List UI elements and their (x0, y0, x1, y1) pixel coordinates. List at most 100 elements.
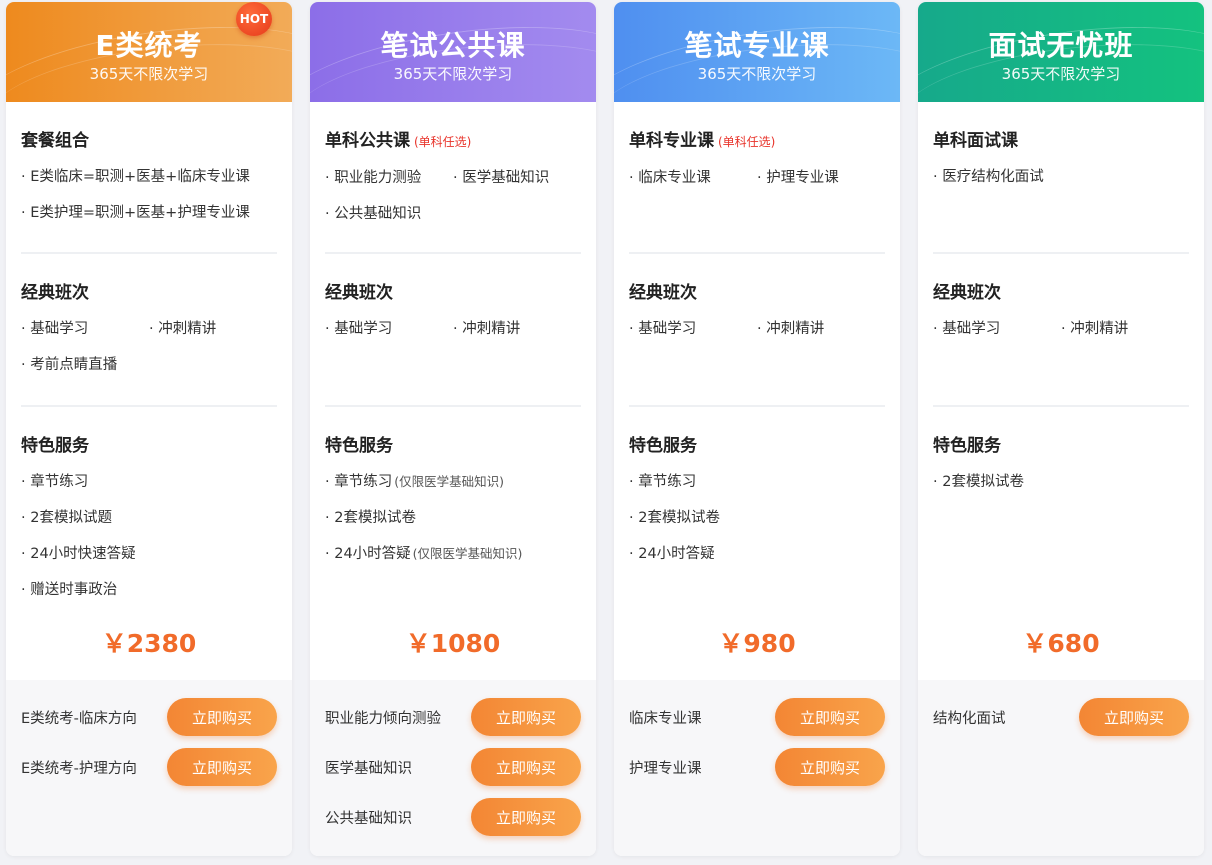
class-section: 经典班次 · 基础学习 · 冲刺精讲 (325, 254, 581, 407)
buy-row: 临床专业课 立即购买 (629, 698, 885, 736)
card-header: 笔试专业课 365天不限次学习 (614, 2, 900, 102)
list-item: · 24小时答疑 (仅限医学基础知识) (325, 546, 523, 562)
section-title: 经典班次 (325, 283, 393, 303)
buy-now-button[interactable]: 立即购买 (471, 798, 581, 836)
subject-section: 单科公共课 (单科任选) · 职业能力测验 · 医学基础知识 · 公共基础知识 (325, 102, 581, 254)
price: ￥680 (1022, 629, 1100, 658)
buy-area: E类统考-临床方向 立即购买 E类统考-护理方向 立即购买 (6, 680, 292, 856)
service-section: 特色服务 · 章节练习 (仅限医学基础知识) · 2套模拟试卷 · 24小时答疑(… (325, 407, 581, 577)
list-item: · 冲刺精讲 (453, 321, 521, 337)
buy-label: 职业能力倾向测验 (325, 710, 441, 727)
list-item: · 公共基础知识 (325, 206, 422, 222)
card-subtitle: 365天不限次学习 (697, 65, 817, 83)
list-item: · 基础学习 (21, 321, 89, 337)
course-card-written-public: 笔试公共课 365天不限次学习 单科公共课 (单科任选) · 职业能力测验 · 医… (310, 2, 596, 856)
list-item: · 临床专业课 (629, 170, 711, 186)
list-item: · 章节练习 (629, 474, 697, 490)
card-header: 笔试公共课 365天不限次学习 (310, 2, 596, 102)
buy-row: E类统考-护理方向 立即购买 (21, 748, 277, 786)
class-items: · 基础学习 · 冲刺精讲 (325, 318, 581, 354)
section-title: 单科公共课 (单科任选) (325, 131, 472, 151)
service-items: · 2套模拟试卷 (933, 471, 1189, 507)
card-header: HOT E类统考 365天不限次学习 (6, 2, 292, 102)
subject-items: · 职业能力测验 · 医学基础知识 · 公共基础知识 (325, 167, 581, 239)
section-note: (单科任选) (718, 135, 776, 149)
buy-label: 公共基础知识 (325, 810, 412, 827)
card-subtitle: 365天不限次学习 (393, 65, 513, 83)
section-title: 特色服务 (629, 436, 697, 456)
price: ￥980 (718, 629, 796, 658)
buy-now-button[interactable]: 立即购买 (471, 698, 581, 736)
list-item: · 赠送时事政治 (21, 582, 118, 598)
buy-row: E类统考-临床方向 立即购买 (21, 698, 277, 736)
list-item: · 职业能力测验 (325, 170, 422, 186)
card-subtitle: 365天不限次学习 (1001, 65, 1121, 83)
service-items: · 章节练习 · 2套模拟试题 · 24小时快速答疑 · 赠送时事政治 (21, 471, 277, 615)
list-item: · 基础学习 (629, 321, 697, 337)
list-item: · 2套模拟试卷 (933, 474, 1024, 490)
section-title: 单科专业课 (单科任选) (629, 131, 776, 151)
buy-row: 结构化面试 立即购买 (933, 698, 1189, 736)
course-cards: HOT E类统考 365天不限次学习 套餐组合 · E类临床=职测+医基+临床专… (6, 2, 1204, 856)
buy-label: 医学基础知识 (325, 760, 412, 777)
list-item: · 2套模拟试卷 (629, 510, 720, 526)
list-item: · 章节练习 (仅限医学基础知识) (325, 474, 504, 490)
buy-now-button[interactable]: 立即购买 (167, 698, 277, 736)
course-card-interview: 面试无忧班 365天不限次学习 单科面试课 · 医疗结构化面试 经典班次 · 基… (918, 2, 1204, 856)
list-item: · 2套模拟试题 (21, 510, 112, 526)
subject-section: 单科面试课 · 医疗结构化面试 (933, 102, 1189, 254)
list-item: · 考前点睛直播 (21, 357, 118, 373)
list-item: · 基础学习 (325, 321, 393, 337)
card-subtitle: 365天不限次学习 (89, 65, 209, 83)
card-body: 单科公共课 (单科任选) · 职业能力测验 · 医学基础知识 · 公共基础知识 经… (310, 102, 596, 577)
package-items: · E类临床=职测+医基+临床专业课 · E类护理=职测+医基+护理专业课 (21, 166, 277, 238)
card-header: 面试无忧班 365天不限次学习 (918, 2, 1204, 102)
buy-label: E类统考-护理方向 (21, 760, 137, 777)
buy-row: 医学基础知识 立即购买 (325, 748, 581, 786)
buy-area: 结构化面试 立即购买 (918, 680, 1204, 856)
section-title: 经典班次 (629, 283, 697, 303)
class-items: · 基础学习 · 冲刺精讲 · 考前点睛直播 (21, 318, 277, 390)
list-item: · E类临床=职测+医基+临床专业课 (21, 169, 250, 185)
subject-items: · 医疗结构化面试 (933, 166, 1189, 202)
item-note: (仅限医学基础知识) (412, 546, 523, 561)
list-item: · 冲刺精讲 (149, 321, 217, 337)
buy-now-button[interactable]: 立即购买 (471, 748, 581, 786)
list-item: · 冲刺精讲 (757, 321, 825, 337)
section-title: 单科面试课 (933, 131, 1018, 151)
package-section: 套餐组合 · E类临床=职测+医基+临床专业课 · E类护理=职测+医基+护理专… (21, 102, 277, 254)
price: ￥1080 (405, 629, 501, 658)
class-items: · 基础学习 · 冲刺精讲 (933, 318, 1189, 354)
course-card-e-exam: HOT E类统考 365天不限次学习 套餐组合 · E类临床=职测+医基+临床专… (6, 2, 292, 856)
service-section: 特色服务 · 章节练习 · 2套模拟试卷 · 24小时答疑 (629, 407, 885, 577)
service-section: 特色服务 · 章节练习 · 2套模拟试题 · 24小时快速答疑 · 赠送时事政治 (21, 407, 277, 598)
buy-label: 结构化面试 (933, 710, 1006, 727)
list-item: · 24小时快速答疑 (21, 546, 136, 562)
buy-row: 护理专业课 立即购买 (629, 748, 885, 786)
buy-now-button[interactable]: 立即购买 (775, 698, 885, 736)
service-section: 特色服务 · 2套模拟试卷 (933, 407, 1189, 577)
list-item: · 24小时答疑 (629, 546, 715, 562)
section-title: 经典班次 (933, 283, 1001, 303)
service-items: · 章节练习 (仅限医学基础知识) · 2套模拟试卷 · 24小时答疑 (仅限医学基… (325, 471, 581, 579)
buy-row: 公共基础知识 立即购买 (325, 798, 581, 836)
buy-now-button[interactable]: 立即购买 (167, 748, 277, 786)
class-section: 经典班次 · 基础学习 · 冲刺精讲 (933, 254, 1189, 407)
section-title: 特色服务 (21, 436, 89, 456)
section-title: 套餐组合 (21, 131, 89, 151)
section-note: (单科任选) (414, 135, 472, 149)
section-title: 特色服务 (933, 436, 1001, 456)
list-item: · 基础学习 (933, 321, 1001, 337)
section-title: 经典班次 (21, 283, 89, 303)
card-body: 套餐组合 · E类临床=职测+医基+临床专业课 · E类护理=职测+医基+护理专… (6, 102, 292, 598)
item-note: (仅限医学基础知识) (394, 474, 504, 489)
card-title: 笔试公共课 (380, 29, 526, 62)
class-section: 经典班次 · 基础学习 · 冲刺精讲 (629, 254, 885, 407)
hot-badge: HOT (236, 2, 272, 36)
buy-now-button[interactable]: 立即购买 (1079, 698, 1189, 736)
buy-now-button[interactable]: 立即购买 (775, 748, 885, 786)
card-body: 单科专业课 (单科任选) · 临床专业课 · 护理专业课 经典班次 · 基础学习 … (614, 102, 900, 577)
buy-area: 临床专业课 立即购买 护理专业课 立即购买 (614, 680, 900, 856)
section-title: 特色服务 (325, 436, 393, 456)
buy-area: 职业能力倾向测验 立即购买 医学基础知识 立即购买 公共基础知识 立即购买 (310, 680, 596, 856)
